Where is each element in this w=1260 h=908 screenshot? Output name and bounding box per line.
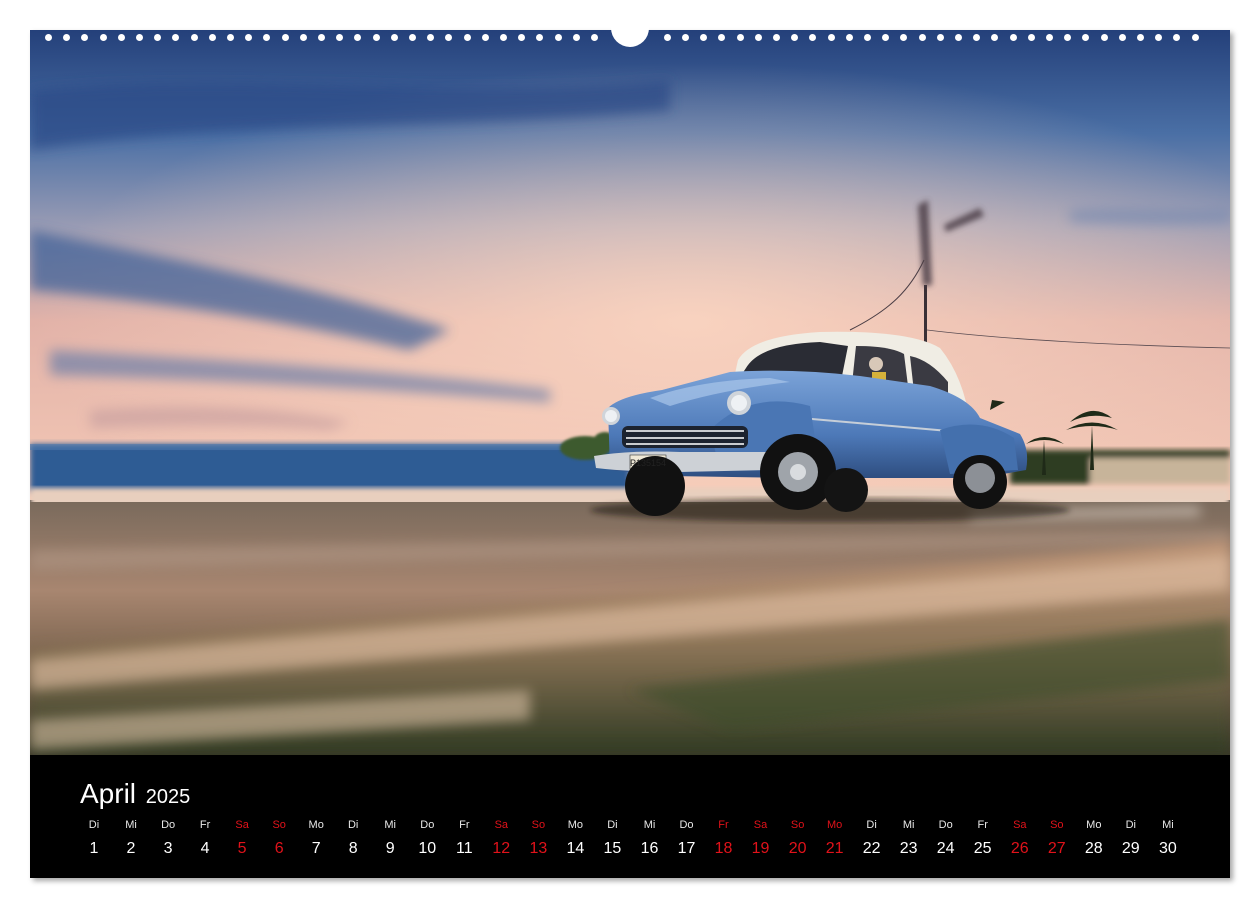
day-number: 18 [714, 840, 733, 857]
day-number: 29 [1121, 840, 1140, 857]
weekday-label: Do [161, 819, 176, 831]
day-number: 12 [492, 840, 511, 857]
weekday-label: Mi [125, 819, 137, 831]
weekday-label: Fr [977, 819, 988, 831]
day-number: 1 [89, 840, 99, 857]
day-number: 3 [163, 840, 173, 857]
weekday-label: Mo [1086, 819, 1102, 831]
license-plate-text: P135154 [630, 458, 666, 468]
weekday-label: Mo [567, 819, 584, 831]
weekday-label: Do [938, 819, 953, 831]
weekday-label: Fr [718, 819, 729, 831]
weekday-label: Mo [826, 819, 843, 831]
weekday-label: Di [347, 819, 359, 831]
weekday-label: So [272, 819, 286, 831]
day-number: 5 [237, 840, 247, 857]
day-number: 16 [640, 840, 659, 857]
day-number: 6 [274, 840, 284, 857]
day-number: 20 [788, 840, 807, 857]
weekday-label: Do [679, 819, 694, 831]
month-title: April 2025 [80, 778, 190, 813]
day-number: 26 [1010, 840, 1029, 857]
day-number: 14 [566, 840, 585, 857]
day-number: 15 [603, 840, 622, 857]
calendar-page: P135154 April 2025 Di 1 Mi 2 Do 3 Fr 4 Sa 5 So 6 Mo 7… [30, 30, 1230, 878]
day-number: 21 [825, 840, 844, 857]
weekday-label: Fr [199, 819, 211, 831]
weekday-label: So [1050, 819, 1064, 831]
day-number: 9 [385, 840, 395, 857]
weekday-label: Sa [235, 819, 249, 831]
day-number: 30 [1158, 840, 1177, 857]
year-label: 2025 [145, 786, 191, 808]
weekday-label: Di [88, 819, 100, 831]
weekday-label: Sa [494, 819, 509, 831]
day-number: 13 [529, 840, 548, 857]
weekday-label: Sa [753, 819, 768, 831]
day-number: 28 [1084, 840, 1103, 857]
day-number: 8 [348, 840, 358, 857]
day-number: 22 [862, 840, 881, 857]
weekday-label: Mi [643, 819, 656, 831]
month-name: April [80, 778, 137, 809]
weekday-label: So [531, 819, 546, 831]
day-number: 7 [311, 840, 321, 857]
day-number: 4 [200, 840, 210, 857]
weekday-label: Di [1125, 819, 1136, 831]
weekday-label: Do [420, 819, 435, 831]
day-number: 17 [677, 840, 696, 857]
weekday-label: Di [866, 819, 877, 831]
day-number: 19 [751, 840, 770, 857]
weekday-label: Mi [1162, 819, 1174, 831]
weekday-label: Sa [1013, 819, 1027, 831]
day-number: 2 [126, 840, 136, 857]
calendar-strip: April 2025 Di 1 Mi 2 Do 3 Fr 4 Sa 5 So 6 Mo 7 Di 8 Mi 9 Do… [30, 755, 1230, 878]
weekday-label: Di [607, 819, 618, 831]
photo-classic-car: P135154 [30, 30, 1230, 755]
weekday-label: Fr [459, 819, 470, 831]
day-number: 24 [936, 840, 955, 857]
day-number: 23 [899, 840, 918, 857]
weekday-label: Mo [308, 819, 324, 831]
weekday-label: Mi [902, 819, 915, 831]
weekday-label: So [790, 819, 805, 831]
weekday-label: Mi [384, 819, 396, 831]
day-number: 10 [418, 840, 437, 857]
day-number: 25 [973, 840, 992, 857]
day-number: 11 [455, 840, 473, 857]
day-number: 27 [1047, 840, 1066, 857]
